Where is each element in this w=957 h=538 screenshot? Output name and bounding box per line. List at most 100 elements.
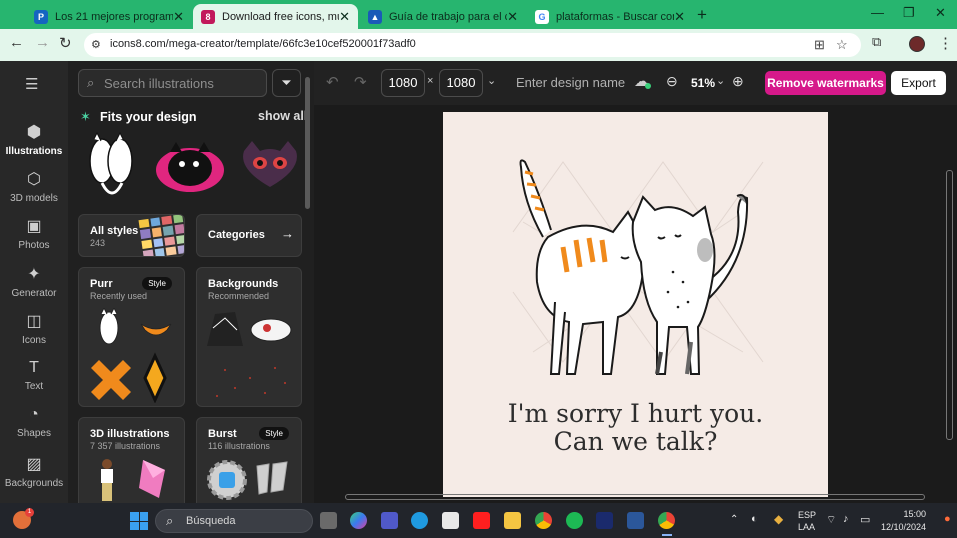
profile-avatar[interactable] bbox=[909, 36, 925, 52]
all-styles-card[interactable]: All styles 243 bbox=[78, 214, 185, 257]
clock-time[interactable]: 15:00 bbox=[880, 509, 926, 519]
nav-item-illustrations[interactable]: ⬢ Illustrations bbox=[0, 122, 68, 157]
new-tab-icon[interactable]: + bbox=[697, 5, 707, 25]
nav-item-backgrounds[interactable]: ▨ Backgrounds bbox=[0, 454, 68, 489]
zoom-chevron-icon[interactable]: ⌄ bbox=[716, 74, 725, 87]
categories-card[interactable]: Categories → bbox=[196, 214, 302, 257]
extensions-icon[interactable]: ⧉ bbox=[872, 34, 881, 50]
zoom-level[interactable]: 51% bbox=[691, 76, 715, 90]
tray-app-icon[interactable]: ◐ bbox=[751, 513, 758, 525]
remove-watermarks-button[interactable]: Remove watermarks bbox=[765, 71, 886, 95]
nav-item-label: Shapes bbox=[17, 428, 51, 439]
edge-icon[interactable] bbox=[411, 512, 428, 529]
backgrounds-preview bbox=[207, 312, 292, 397]
nav-item-3d-models[interactable]: ⬡ 3D models bbox=[0, 169, 68, 204]
height-input[interactable]: 1080 bbox=[439, 69, 483, 97]
forward-icon[interactable]: → bbox=[35, 34, 50, 51]
width-input[interactable]: 1080 bbox=[381, 69, 425, 97]
battery-icon[interactable]: ▭ bbox=[860, 513, 870, 526]
filter-button[interactable]: ⏷ bbox=[272, 69, 301, 97]
redo-icon[interactable]: ↷ bbox=[354, 73, 367, 91]
show-all-link[interactable]: show all bbox=[258, 109, 307, 123]
wifi-icon[interactable]: ⌔ bbox=[826, 513, 836, 527]
bookmark-star-icon[interactable]: ☆ bbox=[836, 37, 848, 53]
nav-item-photos[interactable]: ▣ Photos bbox=[0, 216, 68, 251]
design-name-input[interactable]: Enter design name bbox=[516, 75, 625, 90]
nav-item-icons[interactable]: ◫ Icons bbox=[0, 311, 68, 346]
url-text[interactable]: icons8.com/mega-creator/template/66fc3e1… bbox=[110, 38, 416, 50]
tab-title: Los 21 mejores programas de d bbox=[55, 10, 173, 23]
reload-icon[interactable]: ↻ bbox=[59, 34, 72, 52]
browser-menu-icon[interactable]: ⋮ bbox=[938, 34, 953, 52]
tray-chevron-icon[interactable]: ⌃ bbox=[730, 514, 738, 525]
nav-item-shapes[interactable]: ◔ Shapes bbox=[0, 406, 68, 439]
caption-line-2[interactable]: Can we talk? bbox=[443, 428, 828, 455]
copilot-icon[interactable] bbox=[350, 512, 367, 529]
search-input[interactable]: ⌕ Search illustrations bbox=[78, 69, 267, 97]
card-title: All styles bbox=[90, 225, 139, 237]
browser-tab[interactable]: G plataformas - Buscar con Goog ✕ bbox=[527, 4, 693, 29]
chrome-active-icon[interactable] bbox=[658, 512, 675, 529]
canvas-vertical-scrollbar[interactable] bbox=[946, 170, 953, 440]
task-view-icon[interactable] bbox=[320, 512, 337, 529]
caption-line-1[interactable]: I'm sorry I hurt you. bbox=[443, 400, 828, 427]
purr-style-card[interactable]: Purr Recently used Style bbox=[78, 267, 185, 407]
zoom-in-icon[interactable]: ⊕ bbox=[732, 73, 744, 90]
teams-icon[interactable] bbox=[381, 512, 398, 529]
card-subtitle: Recommended bbox=[208, 291, 270, 301]
export-button[interactable]: Export bbox=[891, 71, 946, 95]
notifications-bell-icon[interactable]: ● bbox=[944, 513, 951, 525]
zoom-out-icon[interactable]: ⊖ bbox=[666, 73, 678, 90]
3d-illustrations-card[interactable]: 3D illustrations 7 357 illustrations bbox=[78, 417, 185, 512]
close-tab-icon[interactable]: ✕ bbox=[173, 9, 184, 25]
browser-tab[interactable]: ▲ Guía de trabajo para el catálog ✕ bbox=[360, 4, 526, 29]
chrome-icon[interactable] bbox=[535, 512, 552, 529]
clock-date[interactable]: 12/10/2024 bbox=[880, 522, 926, 532]
cats-illustration[interactable] bbox=[443, 112, 828, 392]
canvas-horizontal-scrollbar[interactable] bbox=[345, 494, 925, 500]
taskbar-search-box[interactable]: ⌕ Búsqueda bbox=[155, 509, 313, 533]
keyboard-layout[interactable]: LAA bbox=[798, 522, 815, 532]
nav-item-label: Backgrounds bbox=[4, 478, 64, 489]
suggested-illustration-white-cats[interactable] bbox=[82, 131, 142, 204]
hamburger-menu-icon[interactable]: ☰ bbox=[25, 75, 38, 93]
panel-scrollbar[interactable] bbox=[305, 77, 310, 209]
translate-icon[interactable]: ⊞ bbox=[814, 37, 825, 53]
tab-title: plataformas - Buscar con Goog bbox=[556, 10, 674, 23]
close-tab-icon[interactable]: ✕ bbox=[507, 9, 518, 25]
spotify-icon[interactable] bbox=[566, 512, 583, 529]
close-window-icon[interactable]: ✕ bbox=[935, 5, 946, 21]
file-explorer-icon[interactable] bbox=[504, 512, 521, 529]
close-tab-icon[interactable]: ✕ bbox=[339, 9, 350, 25]
volume-icon[interactable]: ♪ bbox=[843, 513, 849, 525]
site-info-icon[interactable]: ⚙ bbox=[91, 38, 101, 51]
back-icon[interactable]: ← bbox=[9, 34, 24, 51]
store-icon[interactable] bbox=[442, 512, 459, 529]
windows-start-icon[interactable] bbox=[130, 512, 148, 530]
browser-tab-active[interactable]: 8 Download free icons, music, sto ✕ bbox=[193, 4, 358, 29]
nav-item-text[interactable]: T Text bbox=[0, 359, 68, 392]
burst-style-card[interactable]: Burst 116 illustrations Style bbox=[196, 417, 302, 512]
search-placeholder: Search illustrations bbox=[104, 76, 214, 91]
orange-cat bbox=[519, 159, 648, 375]
undo-icon[interactable]: ↶ bbox=[326, 73, 339, 91]
tray-app-icon-2[interactable]: ◆ bbox=[774, 512, 783, 526]
size-presets-chevron-icon[interactable]: ⌄ bbox=[487, 74, 496, 87]
language-indicator[interactable]: ESP bbox=[798, 510, 816, 520]
artboard[interactable]: I'm sorry I hurt you. Can we talk? bbox=[443, 112, 828, 497]
close-tab-icon[interactable]: ✕ bbox=[674, 9, 685, 25]
disney-plus-icon[interactable] bbox=[596, 512, 613, 529]
maximize-icon[interactable]: ❐ bbox=[903, 5, 915, 21]
suggested-illustration-cat-face[interactable] bbox=[238, 139, 302, 191]
minimize-icon[interactable]: — bbox=[871, 5, 884, 20]
filter-icon: ⏷ bbox=[281, 75, 292, 90]
browser-tab[interactable]: P Los 21 mejores programas de d ✕ bbox=[26, 4, 192, 29]
address-bar[interactable]: ⚙ icons8.com/mega-creator/template/66fc3… bbox=[84, 33, 861, 57]
suggested-illustration-black-cat[interactable] bbox=[154, 136, 226, 198]
browser-tab-strip: P Los 21 mejores programas de d ✕ 8 Down… bbox=[0, 0, 957, 29]
text-icon: T bbox=[29, 359, 39, 376]
youtube-icon[interactable] bbox=[473, 512, 490, 529]
backgrounds-card[interactable]: Backgrounds Recommended bbox=[196, 267, 302, 407]
word-icon[interactable] bbox=[627, 512, 644, 529]
nav-item-generator[interactable]: ✦ Generator bbox=[0, 264, 68, 299]
